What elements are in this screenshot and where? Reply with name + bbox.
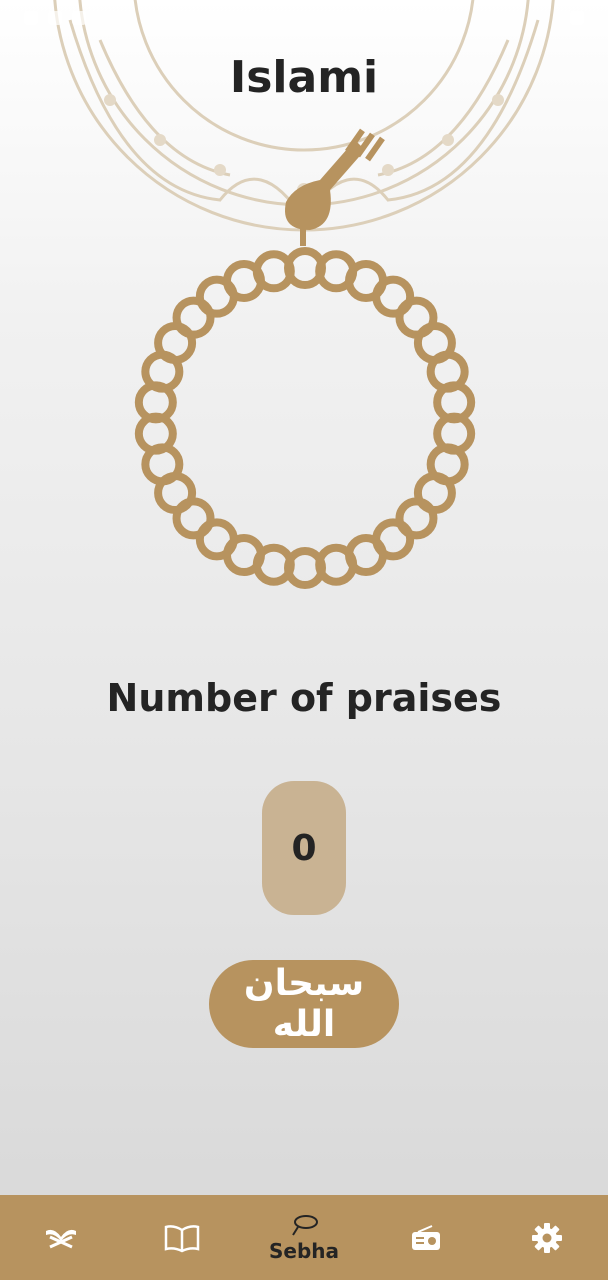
dhikr-button[interactable]: سبحان الله — [209, 960, 399, 1048]
nav-item-settings[interactable] — [497, 1195, 597, 1280]
notification-icon — [24, 11, 38, 25]
nav-item-sebha[interactable]: Sebha — [254, 1195, 354, 1280]
quran-stand-icon — [45, 1229, 76, 1248]
gear-icon — [532, 1222, 563, 1253]
status-bar — [0, 0, 608, 36]
app-title: Islami — [229, 52, 379, 103]
praises-label: Number of praises — [106, 676, 502, 720]
open-book-icon — [165, 1224, 200, 1252]
wifi-icon — [72, 11, 86, 25]
nav-item-quran[interactable] — [11, 1195, 111, 1280]
nav-item-radio[interactable] — [376, 1195, 476, 1280]
nav-label-sebha: Sebha — [268, 1238, 339, 1263]
sebha-screen: Islami Number of praises 0 سبحان الله Se… — [0, 0, 608, 1280]
praise-counter: 0 — [262, 781, 346, 915]
battery-icon — [570, 11, 584, 25]
sebha-beads-icon[interactable] — [120, 120, 490, 600]
sebha-icon — [292, 1214, 318, 1236]
signal-icon — [48, 11, 62, 25]
bottom-nav: Sebha — [0, 1195, 608, 1280]
radio-icon — [411, 1224, 440, 1250]
nav-item-hadith[interactable] — [132, 1195, 232, 1280]
